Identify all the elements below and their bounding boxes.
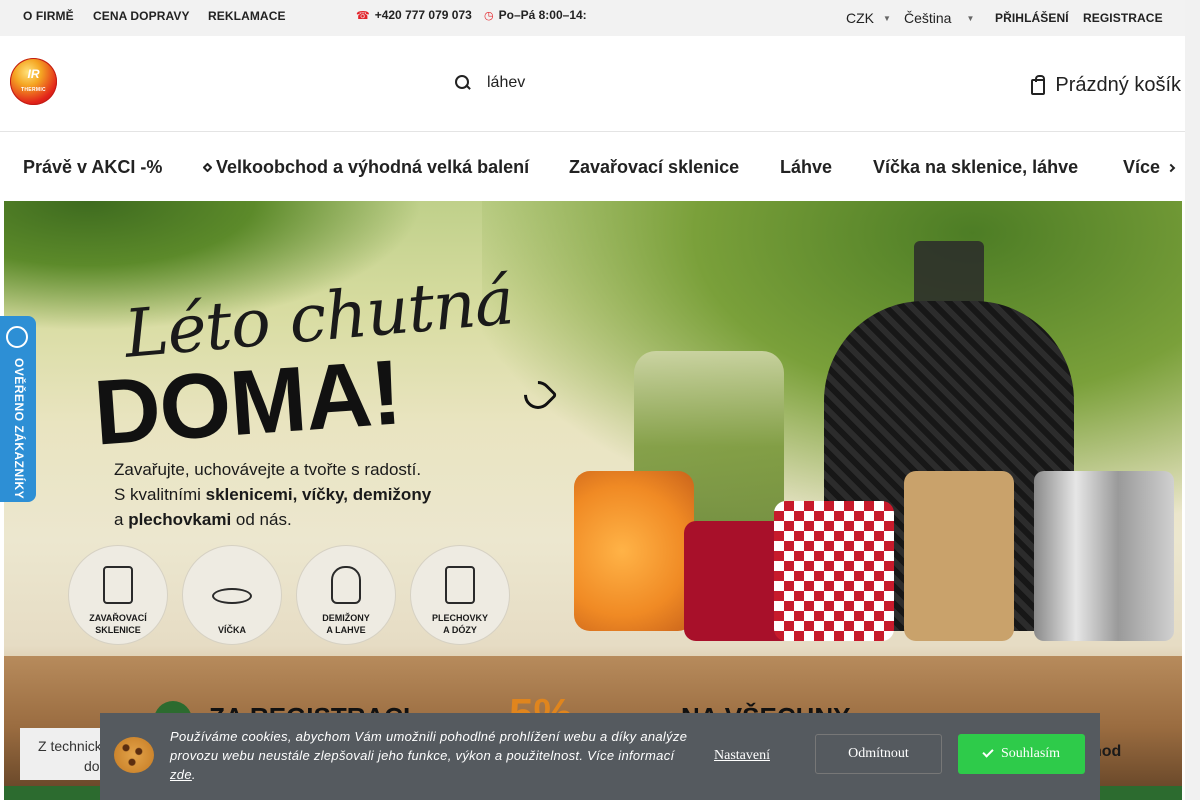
login-link[interactable]: PŘIHLÁŠENÍ [995, 11, 1069, 25]
currency-select[interactable]: CZK ▼ [846, 10, 891, 26]
accept-cookies-button[interactable]: Souhlasím [958, 734, 1085, 774]
jar-icon [103, 566, 133, 604]
logo-subtext: THERMIC [21, 87, 46, 93]
category-demijohns[interactable]: DEMIŽONY A LAHVE [296, 545, 396, 645]
category-lids[interactable]: VÍČKA [182, 545, 282, 645]
nav-item-sale[interactable]: Právě v AKCI -% [23, 157, 162, 178]
category-jars[interactable]: ZAVAŘOVACÍ SKLENICE [68, 545, 168, 645]
cookie-message: Používáme cookies, abychom Vám umožnili … [170, 729, 688, 782]
phone-icon: ☎ [356, 9, 370, 22]
currency-value: CZK [846, 10, 874, 26]
site-header: IR THERMIC láhev Prázdný košík [0, 36, 1185, 132]
banner-subtitle: Zavařujte, uchovávejte a tvořte s radost… [114, 460, 432, 529]
reject-cookies-button[interactable]: Odmítnout [815, 734, 942, 774]
nav-item-wholesale[interactable]: Velkoobchod a výhodná velká balení [202, 157, 529, 178]
language-value: Čeština [904, 10, 952, 26]
search-icon[interactable] [455, 75, 471, 91]
nav-item-preserving-jars[interactable]: Zavařovací sklenice [569, 157, 739, 178]
can-icon [445, 566, 475, 604]
nav-item-bottles[interactable]: Láhve [780, 157, 832, 178]
link-complaints[interactable]: REKLAMACE [208, 9, 286, 23]
verified-by-customers-badge[interactable]: OVĚŘENO ZÁKAZNÍKY [0, 316, 36, 502]
cookie-settings-link[interactable]: Nastavení [714, 748, 770, 764]
opening-hours: ◷ Po–Pá 8:00–14: [484, 8, 587, 22]
category-cans[interactable]: PLECHOVKY A DÓZY [410, 545, 510, 645]
link-about[interactable]: O FIRMĚ [23, 9, 74, 23]
gingham-jar-image [774, 501, 894, 641]
nav-item-lids[interactable]: Víčka na sklenice, láhve [873, 157, 1078, 178]
lid-icon [212, 588, 252, 604]
hero-banner[interactable]: Léto chutná DOMA! Zavařujte, uchovávejte… [4, 201, 1182, 786]
product-photo [574, 241, 1174, 671]
link-shipping-price[interactable]: CENA DOPRAVY [93, 9, 190, 23]
cookie-consent-bar: Používáme cookies, abychom Vám umožnili … [100, 713, 1100, 800]
search-input[interactable]: láhev [487, 74, 525, 92]
tin-can-image [1034, 471, 1174, 641]
demijohn-icon [331, 566, 361, 604]
burlap-jar-image [904, 471, 1014, 641]
category-circles: ZAVAŘOVACÍ SKLENICE VÍČKA DEMIŽONY A LAHVE… [68, 545, 510, 645]
phone-number: +420 777 079 073 [374, 8, 472, 22]
banner-headline-main: DOMA! [90, 341, 404, 465]
verified-badge-text: OVĚŘENO ZÁKAZNÍKY [12, 358, 26, 500]
shopping-bag-icon [1031, 74, 1046, 95]
apricot-jar-image [574, 471, 694, 631]
search-box[interactable]: láhev [455, 74, 525, 92]
phone-contact[interactable]: ☎ +420 777 079 073 [356, 8, 472, 22]
cart-label: Prázdný košík [1055, 74, 1181, 96]
page-scrollbar[interactable] [1185, 0, 1200, 800]
language-select[interactable]: Čeština ▼ [904, 10, 974, 26]
check-icon [982, 746, 994, 758]
nav-item-more[interactable]: Více [1123, 157, 1176, 178]
cart-button[interactable]: Prázdný košík [1031, 74, 1181, 97]
hours-text: Po–Pá 8:00–14: [498, 8, 587, 22]
cookie-info-link[interactable]: zde [170, 767, 192, 782]
chevron-down-icon: ▼ [883, 13, 891, 23]
register-link[interactable]: REGISTRACE [1083, 11, 1163, 25]
seal-icon [6, 326, 28, 348]
logo-text: IR [27, 67, 40, 81]
clock-icon: ◷ [484, 9, 494, 22]
site-logo[interactable]: IR THERMIC [10, 58, 57, 105]
chevron-right-icon [1166, 163, 1176, 173]
cookie-icon [114, 737, 154, 773]
chevron-down-icon: ▼ [966, 13, 975, 23]
tag-icon [202, 162, 213, 173]
main-navigation: Právě v AKCI -% Velkoobchod a výhodná ve… [0, 133, 1185, 201]
top-bar: O FIRMĚ CENA DOPRAVY REKLAMACE ☎ +420 77… [0, 0, 1185, 36]
